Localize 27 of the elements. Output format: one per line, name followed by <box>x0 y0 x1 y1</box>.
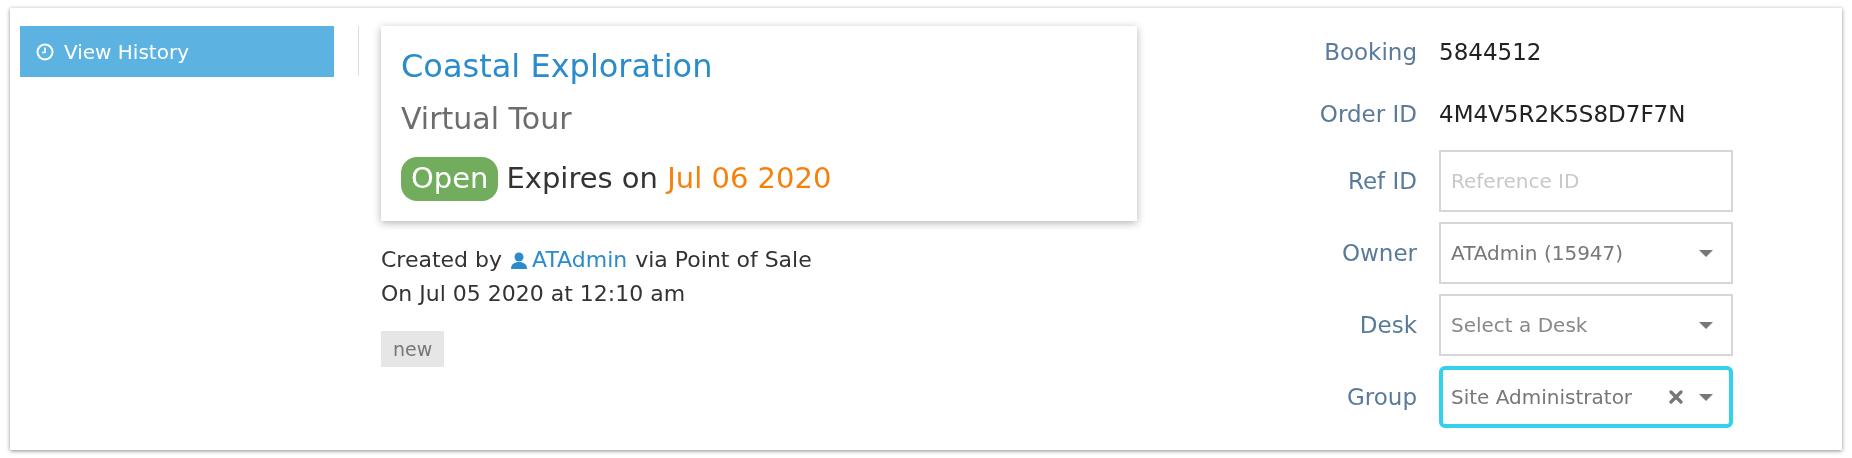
field-value: 4M4V5R2K5S8D7F7N <box>1439 99 1686 129</box>
field-label: Ref ID <box>1347 166 1417 196</box>
caret-icon <box>1699 249 1713 257</box>
field-label: Booking <box>1323 37 1417 67</box>
expiry-text: Expires on Jul 06 2020 <box>506 160 832 197</box>
tour-subtitle: Virtual Tour <box>401 100 573 138</box>
source-text: via Point of Sale <box>635 245 812 274</box>
user-icon <box>510 250 529 269</box>
field-label: Desk <box>1358 310 1417 340</box>
field-value: 5844512 <box>1439 37 1542 67</box>
created-by-label: Created by <box>381 245 503 274</box>
select-field[interactable]: ATAdmin (15947) <box>1439 222 1733 284</box>
view-history-button[interactable]: View History <box>20 26 334 77</box>
select-field[interactable]: Site Administrator <box>1439 366 1733 428</box>
clear-icon[interactable] <box>1669 390 1683 404</box>
created-date: On Jul 05 2020 at 12:10 am <box>381 279 687 308</box>
caret-icon <box>1699 393 1713 401</box>
user-link[interactable]: ATAdmin <box>510 242 628 277</box>
tour-title: Coastal Exploration <box>401 46 714 87</box>
field-label: Group <box>1345 382 1417 412</box>
field-label: Order ID <box>1318 99 1417 129</box>
status-badge: Open <box>401 157 499 201</box>
field-label: Owner <box>1340 238 1417 268</box>
caret-icon <box>1699 321 1713 329</box>
select-field[interactable]: Select a Desk <box>1439 294 1733 356</box>
tag-label: new <box>381 330 445 367</box>
clock-icon <box>36 42 54 61</box>
